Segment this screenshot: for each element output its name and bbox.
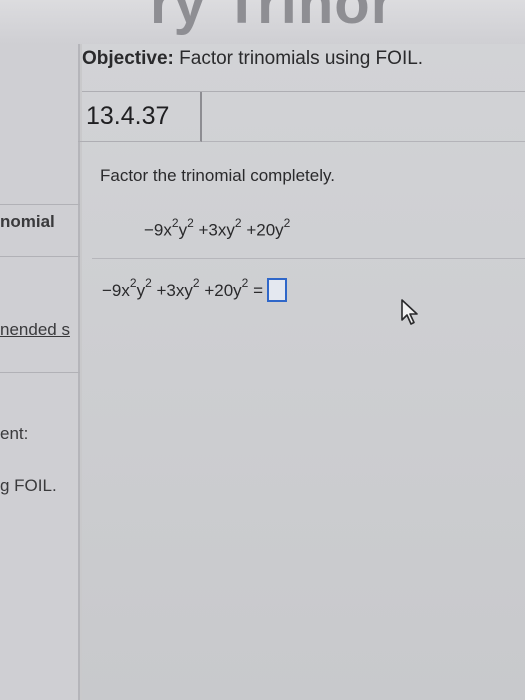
sidebar-item-content-label: ent: xyxy=(0,424,29,443)
page-header: ry Trinor xyxy=(0,0,525,44)
answer-term-2: +3xy xyxy=(156,281,193,300)
equals-sign: = xyxy=(253,281,264,300)
objective-text: Factor trinomials using FOIL. xyxy=(173,48,424,69)
problem-id-box: 13.4.37 xyxy=(78,92,202,142)
term-1-coef: −9x xyxy=(144,220,172,240)
sidebar-divider xyxy=(0,372,80,373)
problem-expression: −9x2y2 +3xy2 +20y2 xyxy=(144,216,291,241)
objective-bar: Objective: Factor trinomials using FOIL. xyxy=(82,44,525,92)
term-3-exp: 2 xyxy=(283,216,291,230)
objective: Objective: Factor trinomials using FOIL. xyxy=(82,48,423,70)
term-3: +20y xyxy=(246,220,284,240)
term-1-var: y xyxy=(178,220,188,240)
header-divider xyxy=(202,141,525,142)
answer-term-3-exp: 2 xyxy=(241,276,249,291)
answer-input-box[interactable] xyxy=(267,278,288,302)
term-1-exp: 2 xyxy=(171,216,179,230)
main-pane: Objective: Factor trinomials using FOIL.… xyxy=(78,44,525,700)
answer-term-1-coef: −9x xyxy=(102,281,130,300)
answer-term-2-exp: 2 xyxy=(192,276,200,291)
objective-label: Objective: xyxy=(82,48,174,69)
sidebar-item-topic[interactable]: nomial xyxy=(0,212,80,232)
sidebar: nomial nended s ent: g FOIL. xyxy=(0,44,80,700)
sidebar-item-recommended-link[interactable]: nended s xyxy=(0,320,80,340)
problem-instruction: Factor the trinomial completely. xyxy=(100,166,335,185)
term-2-exp: 2 xyxy=(234,216,242,230)
problem-id: 13.4.37 xyxy=(86,102,170,130)
page-title: ry Trinor xyxy=(150,0,395,36)
sidebar-divider xyxy=(0,204,80,205)
sidebar-divider xyxy=(0,256,80,257)
term-2: +3xy xyxy=(198,220,235,240)
section-divider xyxy=(92,258,525,259)
answer-line: −9x2y2 +3xy2 +20y2 = xyxy=(102,276,288,302)
mouse-pointer-icon xyxy=(401,299,418,325)
answer-term-1-exp: 2 xyxy=(129,276,137,291)
term-1-var-exp: 2 xyxy=(187,216,194,230)
sidebar-item-objective-text: g FOIL. xyxy=(0,476,57,495)
answer-term-3: +20y xyxy=(204,281,242,300)
answer-term-1-var: y xyxy=(136,281,146,300)
answer-term-1-var-exp: 2 xyxy=(145,276,152,291)
